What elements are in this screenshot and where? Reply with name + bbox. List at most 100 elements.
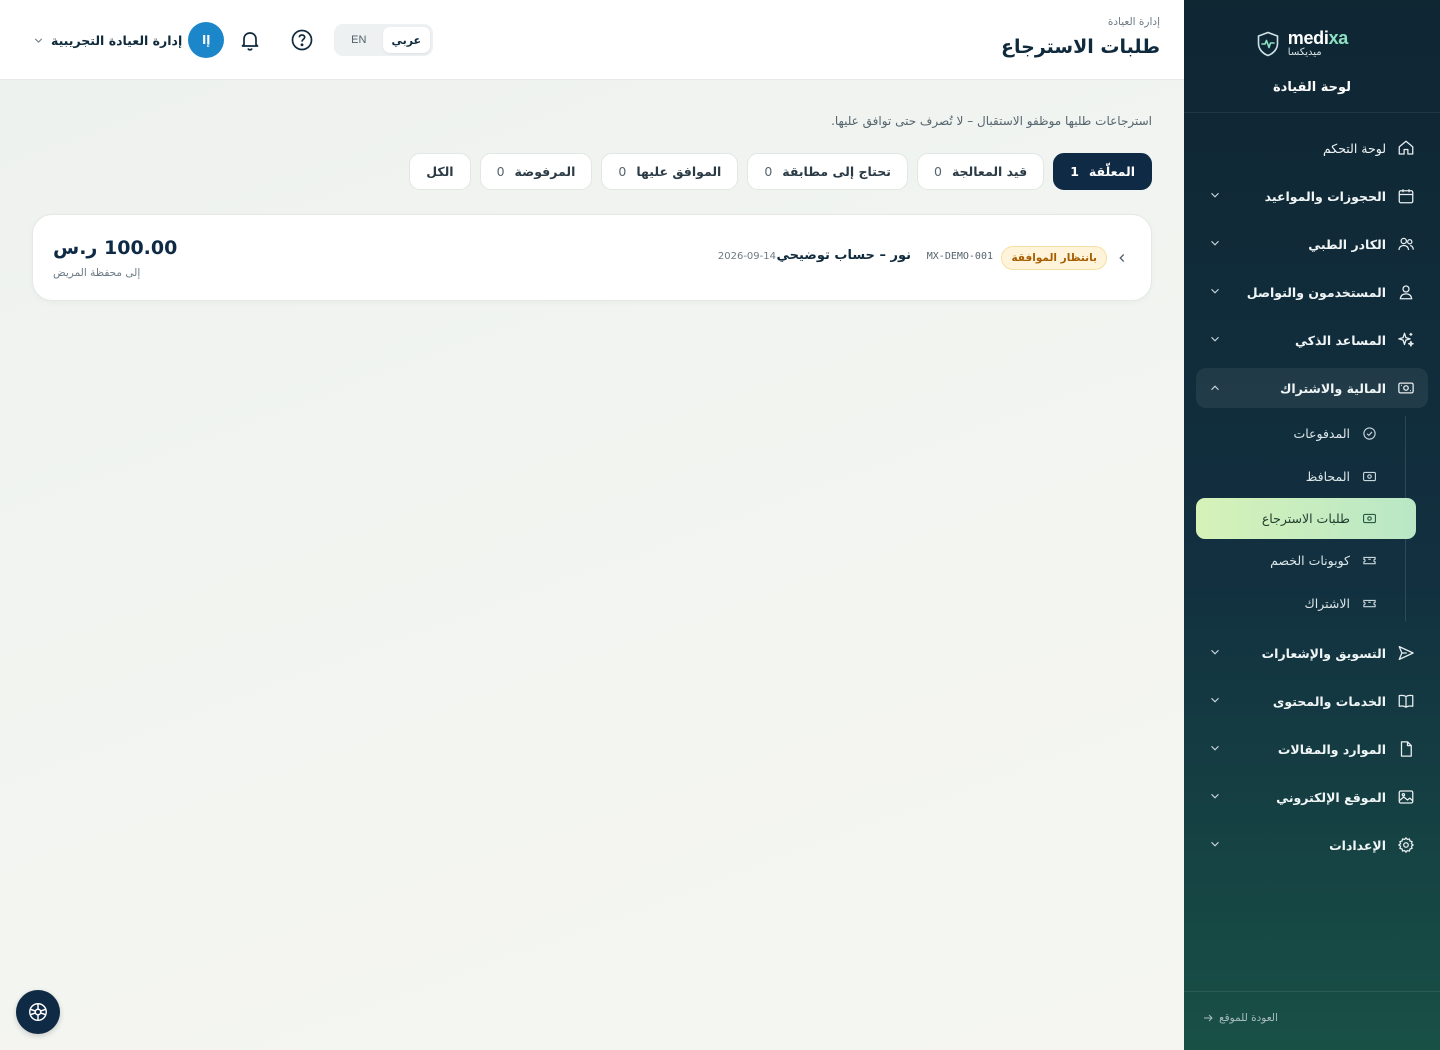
- sidebar-item-label: الكادر الطبي: [1308, 236, 1386, 252]
- sidebar-item-services[interactable]: الخدمات والمحتوى: [1196, 677, 1428, 725]
- tab-label: المرفوضة: [514, 164, 576, 179]
- arrow-right-icon: [1204, 1014, 1213, 1022]
- tab-count: 0: [618, 164, 627, 179]
- sidebar-item-label: الاشتراك: [1304, 596, 1350, 611]
- user-icon: [1396, 282, 1416, 302]
- bell-icon: [241, 32, 259, 51]
- patient-name: نور – حساب توضيحي: [776, 248, 911, 263]
- status-tabs: المعلّقة 1 قيد المعالجة 0 تحتاج إلى مطاب…: [409, 153, 1152, 190]
- sidebar-item-label: الخدمات والمحتوى: [1272, 693, 1386, 709]
- lang-en-button[interactable]: EN: [337, 27, 381, 53]
- sidebar-item-label: طلبات الاسترجاع: [1261, 511, 1350, 526]
- accessibility-button[interactable]: [16, 990, 60, 1034]
- wallet-icon: [1360, 468, 1378, 486]
- chevron-down-icon: [1211, 240, 1219, 246]
- chevron-down-icon: [1211, 288, 1219, 294]
- chevron-down-icon: [1211, 649, 1219, 655]
- dashboard-label: لوحة القيادة: [1272, 80, 1352, 95]
- tab-count: 0: [764, 164, 773, 179]
- brand-logo[interactable]: medixa ميديكسا: [1256, 28, 1348, 59]
- page-title: طلبات الاسترجاع: [1001, 36, 1160, 58]
- tab-rejected[interactable]: المرفوضة 0: [479, 153, 593, 190]
- tab-label: الكل: [426, 164, 454, 179]
- sidebar-item-bookings[interactable]: الحجوزات والمواعيد: [1196, 172, 1428, 220]
- tab-label: المعلّقة: [1088, 164, 1135, 179]
- send-icon: [1396, 643, 1416, 663]
- sparkles-icon: [1396, 330, 1416, 350]
- page-subtitle: استرجاعات طلبها موظفو الاستقبال – لا تُص…: [831, 114, 1152, 128]
- brand-name-ar: ميديكسا: [1287, 47, 1322, 58]
- tab-label: الموافق عليها: [636, 164, 722, 179]
- main-content: استرجاعات طلبها موظفو الاستقبال – لا تُص…: [0, 80, 1184, 1050]
- sidebar-item-subscription[interactable]: الاشتراك: [1196, 582, 1406, 625]
- breadcrumb[interactable]: إدارة العيادة: [1108, 16, 1160, 28]
- user-name: إدارة العيادة التجريبية: [51, 32, 183, 48]
- tab-count: 0: [933, 164, 942, 179]
- users-icon: [1396, 234, 1416, 254]
- sidebar-item-settings[interactable]: الإعدادات: [1196, 821, 1428, 869]
- sidebar-item-dashboard[interactable]: لوحة التحكم: [1196, 124, 1428, 172]
- brand: medixa ميديكسا لوحة القيادة: [1184, 0, 1440, 113]
- sidebar-item-label: الموارد والمقالات: [1277, 741, 1386, 757]
- tab-needs-reconciliation[interactable]: تحتاج إلى مطابقة 0: [747, 153, 908, 190]
- sidebar-item-finance[interactable]: المالية والاشتراك: [1196, 368, 1428, 408]
- finance-submenu: المدفوعات المحافظ طلبات الاسترجاع كوبونا…: [1196, 412, 1416, 625]
- top-header: إدارة العيادة طلبات الاسترجاع EN عربي إا…: [0, 0, 1184, 80]
- refund-amount: 100.00 ر.س: [53, 237, 178, 259]
- sidebar-item-wallets[interactable]: المحافظ: [1196, 455, 1406, 498]
- sidebar: medixa ميديكسا لوحة القيادة لوحة التحكم …: [1184, 0, 1440, 1050]
- sidebar-item-ai-assistant[interactable]: المساعد الذكي: [1196, 316, 1428, 364]
- avatar: إا: [188, 22, 225, 58]
- sidebar-item-label: الموقع الإلكتروني: [1276, 789, 1386, 805]
- tab-count: 1: [1070, 164, 1079, 179]
- notifications-button[interactable]: [237, 27, 263, 53]
- image-icon: [1396, 787, 1416, 807]
- banknote-icon: [1396, 378, 1416, 398]
- help-icon: [291, 29, 313, 51]
- tab-approved[interactable]: الموافق عليها 0: [601, 153, 739, 190]
- sidebar-item-label: المحافظ: [1305, 469, 1350, 484]
- lang-ar-button[interactable]: عربي: [382, 27, 430, 53]
- language-toggle: EN عربي: [334, 24, 433, 56]
- chevron-down-icon: [1211, 793, 1219, 799]
- sidebar-item-medical-staff[interactable]: الكادر الطبي: [1196, 220, 1428, 268]
- tab-pending[interactable]: المعلّقة 1: [1053, 153, 1152, 190]
- sidebar-item-label: التسويق والإشعارات: [1261, 645, 1386, 661]
- sidebar-item-users[interactable]: المستخدمون والتواصل: [1196, 268, 1428, 316]
- sidebar-item-payments[interactable]: المدفوعات: [1196, 412, 1406, 455]
- refund-icon: [1360, 510, 1378, 528]
- chevron-left-icon[interactable]: [1115, 251, 1129, 265]
- sidebar-item-refund-requests[interactable]: طلبات الاسترجاع: [1196, 498, 1416, 539]
- refund-date: 2026-09-14: [717, 251, 776, 262]
- sidebar-item-label: المستخدمون والتواصل: [1246, 284, 1386, 300]
- calendar-icon: [1396, 186, 1416, 206]
- tab-label: تحتاج إلى مطابقة: [782, 164, 891, 179]
- sidebar-footer: العودة للموقع: [1184, 991, 1440, 1050]
- sidebar-item-label: المالية والاشتراك: [1279, 380, 1386, 396]
- help-button[interactable]: [289, 27, 315, 53]
- gear-icon: [1396, 835, 1416, 855]
- chevron-down-icon: [1211, 841, 1219, 847]
- ticket-icon: [1360, 595, 1378, 613]
- chevron-up-icon: [1211, 385, 1219, 391]
- refund-destination: إلى محفظة المريض: [53, 267, 141, 279]
- user-menu[interactable]: إا إدارة العيادة التجريبية: [32, 22, 225, 58]
- chevron-down-icon: [1211, 336, 1219, 342]
- sidebar-item-resources[interactable]: الموارد والمقالات: [1196, 725, 1428, 773]
- chevron-down-icon: [1211, 745, 1219, 751]
- sidebar-item-label: المساعد الذكي: [1295, 332, 1386, 348]
- back-to-site-link[interactable]: العودة للموقع: [1202, 1012, 1278, 1024]
- sidebar-item-label: الإعدادات: [1329, 837, 1386, 853]
- file-icon: [1396, 739, 1416, 759]
- tab-label: قيد المعالجة: [951, 164, 1028, 179]
- sidebar-item-website[interactable]: الموقع الإلكتروني: [1196, 773, 1428, 821]
- brand-name: medixa: [1287, 28, 1349, 48]
- sidebar-item-label: الحجوزات والمواعيد: [1264, 188, 1386, 204]
- tab-all[interactable]: الكل: [409, 153, 471, 190]
- sidebar-item-coupons[interactable]: كوبونات الخصم: [1196, 539, 1406, 582]
- ticket-icon: [1360, 552, 1378, 570]
- sidebar-item-marketing[interactable]: التسويق والإشعارات: [1196, 629, 1428, 677]
- tab-processing[interactable]: قيد المعالجة 0: [916, 153, 1045, 190]
- status-badge: بانتظار الموافقة: [1001, 246, 1107, 270]
- refund-request-card[interactable]: بانتظار الموافقة MX-DEMO-001 نور – حساب …: [32, 214, 1152, 301]
